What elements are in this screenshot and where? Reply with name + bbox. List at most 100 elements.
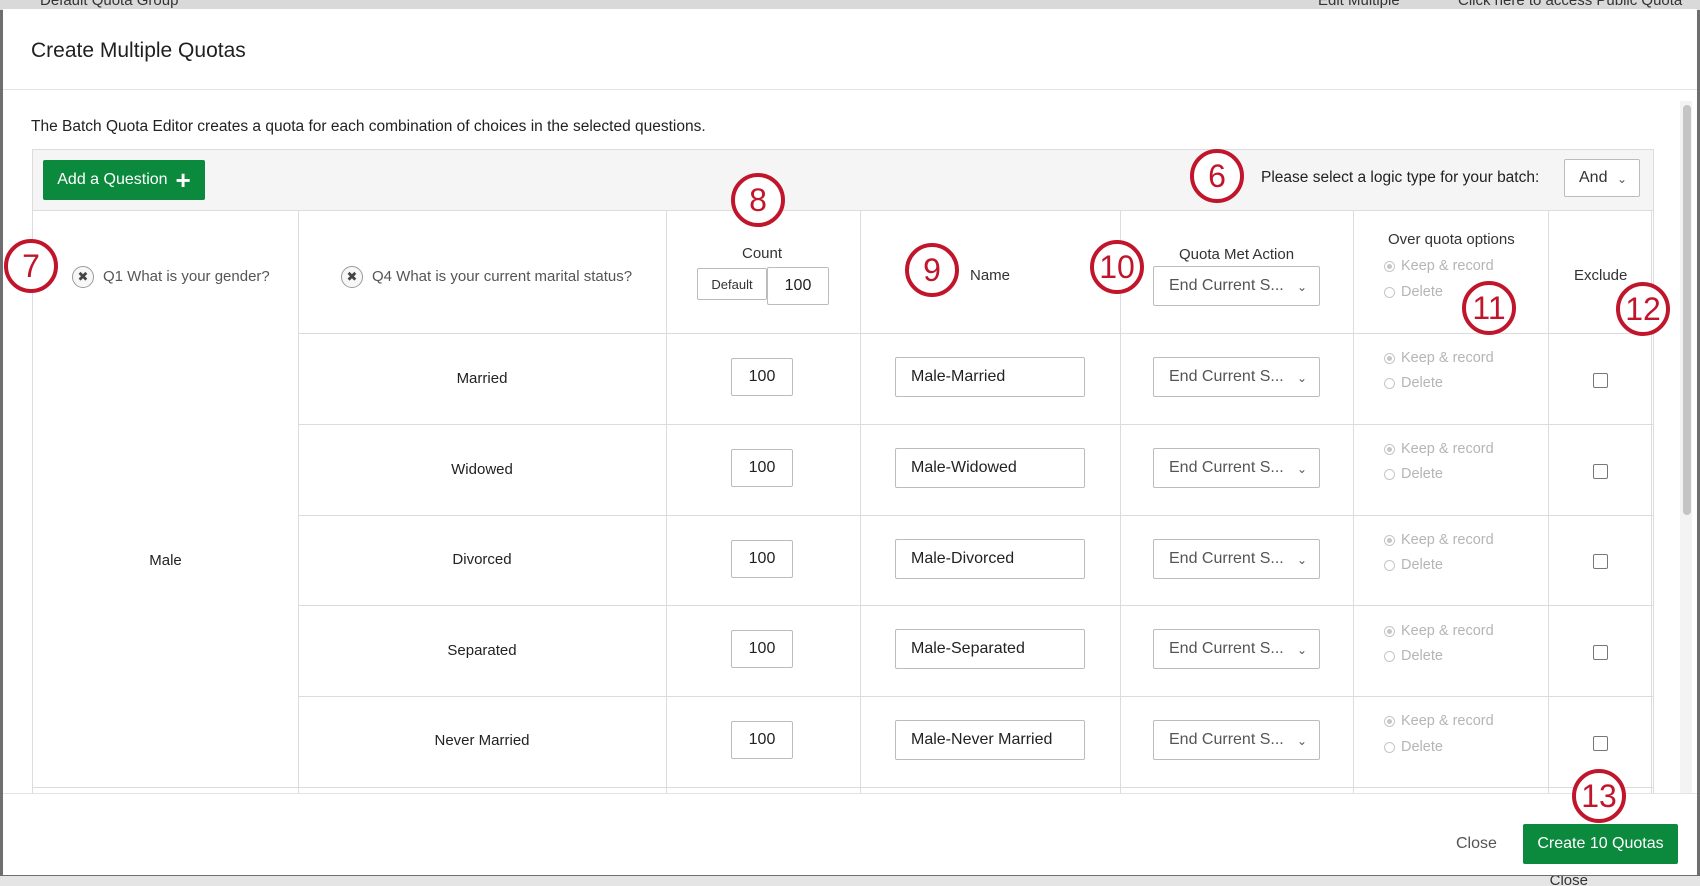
delete-label: Delete xyxy=(1401,648,1443,664)
intro-text: The Batch Quota Editor creates a quota f… xyxy=(31,118,706,135)
row-name-input[interactable] xyxy=(895,448,1085,488)
row-divider xyxy=(298,515,1653,516)
radio-icon xyxy=(1384,625,1395,637)
row-count-input[interactable] xyxy=(731,540,793,578)
radio-icon xyxy=(1384,468,1395,480)
radio-icon xyxy=(1384,534,1395,546)
select-value: End Current S... xyxy=(1169,640,1284,657)
chevron-down-icon: ⌄ xyxy=(1296,734,1307,748)
background-close-text: Close xyxy=(1549,876,1588,886)
row-choice: Divorced xyxy=(452,551,512,568)
group-label: Male xyxy=(149,552,182,569)
row-exclude-checkbox[interactable] xyxy=(1593,645,1608,660)
radio-icon xyxy=(1384,377,1395,389)
row-exclude-checkbox[interactable] xyxy=(1593,554,1608,569)
default-keep-record-option[interactable]: Keep & record xyxy=(1384,258,1494,274)
chevron-down-icon: ⌄ xyxy=(1616,172,1627,186)
row-delete-option[interactable]: Delete xyxy=(1384,557,1443,573)
plus-icon: + xyxy=(175,165,191,195)
row-quota-met-action-select[interactable]: End Current S... ⌄ xyxy=(1153,357,1320,397)
row-name-input[interactable] xyxy=(895,629,1085,669)
create-quotas-button[interactable]: Create 10 Quotas xyxy=(1523,824,1678,864)
default-count-button[interactable]: Default xyxy=(697,268,767,300)
column-divider xyxy=(1548,211,1549,800)
chevron-down-icon: ⌄ xyxy=(1296,371,1307,385)
default-delete-option[interactable]: Delete xyxy=(1384,284,1443,300)
logic-type-select[interactable]: And ⌄ xyxy=(1564,159,1640,197)
scrollbar-thumb[interactable] xyxy=(1683,105,1691,515)
row-name-input[interactable] xyxy=(895,720,1085,760)
row-count-input[interactable] xyxy=(731,721,793,759)
select-value: End Current S... xyxy=(1169,368,1284,385)
row-quota-met-action-select[interactable]: End Current S... ⌄ xyxy=(1153,720,1320,760)
row-divider xyxy=(298,605,1653,606)
delete-label: Delete xyxy=(1401,375,1443,391)
remove-q4-icon[interactable]: ✖ xyxy=(341,266,363,288)
background-group-name: Default Quota Group xyxy=(40,0,179,9)
default-count-input[interactable] xyxy=(767,267,829,305)
column-divider xyxy=(298,211,299,800)
default-quota-met-action-select[interactable]: End Current S... ⌄ xyxy=(1153,266,1320,306)
keep-record-label: Keep & record xyxy=(1401,258,1494,274)
column-divider xyxy=(666,211,667,800)
chevron-down-icon: ⌄ xyxy=(1296,462,1307,476)
logic-type-value: And xyxy=(1579,169,1608,186)
chevron-down-icon: ⌄ xyxy=(1296,553,1307,567)
background-public-quota-link: Click here to access Public Quota xyxy=(1458,0,1683,9)
row-keep-record-option[interactable]: Keep & record xyxy=(1384,623,1494,639)
callout-12: 12 xyxy=(1616,282,1670,336)
radio-icon xyxy=(1384,260,1395,272)
table-toolbar: Add a Question + Please select a logic t… xyxy=(33,150,1653,211)
row-count-input[interactable] xyxy=(731,358,793,396)
remove-q1-icon[interactable]: ✖ xyxy=(72,266,94,288)
row-quota-met-action-select[interactable]: End Current S... ⌄ xyxy=(1153,539,1320,579)
row-divider xyxy=(298,333,1653,334)
radio-icon xyxy=(1384,443,1395,455)
row-keep-record-option[interactable]: Keep & record xyxy=(1384,713,1494,729)
callout-8: 8 xyxy=(731,173,785,227)
add-question-button[interactable]: Add a Question + xyxy=(43,160,205,200)
modal-footer xyxy=(3,793,1697,875)
row-count-input[interactable] xyxy=(731,630,793,668)
callout-11: 11 xyxy=(1462,281,1516,335)
row-delete-option[interactable]: Delete xyxy=(1384,466,1443,482)
row-choice: Married xyxy=(456,370,508,387)
radio-icon xyxy=(1384,650,1395,662)
radio-icon xyxy=(1384,352,1395,364)
row-delete-option[interactable]: Delete xyxy=(1384,739,1443,755)
row-exclude-checkbox[interactable] xyxy=(1593,736,1608,751)
row-quota-met-action-select[interactable]: End Current S... ⌄ xyxy=(1153,448,1320,488)
radio-icon xyxy=(1384,286,1395,298)
column-divider xyxy=(1353,211,1354,800)
row-delete-option[interactable]: Delete xyxy=(1384,375,1443,391)
name-header: Name xyxy=(970,267,1011,284)
row-keep-record-option[interactable]: Keep & record xyxy=(1384,350,1494,366)
radio-icon xyxy=(1384,741,1395,753)
count-header: Count xyxy=(742,245,783,262)
callout-13: 13 xyxy=(1572,769,1626,823)
radio-icon xyxy=(1384,559,1395,571)
chevron-down-icon: ⌄ xyxy=(1296,280,1307,294)
keep-record-label: Keep & record xyxy=(1401,441,1494,457)
select-value: End Current S... xyxy=(1169,550,1284,567)
row-keep-record-option[interactable]: Keep & record xyxy=(1384,532,1494,548)
over-quota-header: Over quota options xyxy=(1388,231,1515,248)
chevron-down-icon: ⌄ xyxy=(1296,643,1307,657)
row-name-input[interactable] xyxy=(895,539,1085,579)
row-count-input[interactable] xyxy=(731,449,793,487)
row-exclude-checkbox[interactable] xyxy=(1593,464,1608,479)
delete-label: Delete xyxy=(1401,557,1443,573)
row-exclude-checkbox[interactable] xyxy=(1593,373,1608,388)
callout-7: 7 xyxy=(4,239,58,293)
quota-met-action-header: Quota Met Action xyxy=(1179,246,1295,263)
row-choice: Never Married xyxy=(434,732,530,749)
row-keep-record-option[interactable]: Keep & record xyxy=(1384,441,1494,457)
add-question-label: Add a Question xyxy=(57,171,168,188)
background-edit-multiple: Edit Multiple xyxy=(1318,0,1400,9)
close-button[interactable]: Close xyxy=(1456,835,1497,853)
modal-header: Create Multiple Quotas xyxy=(3,9,1697,90)
row-name-input[interactable] xyxy=(895,357,1085,397)
row-quota-met-action-select[interactable]: End Current S... ⌄ xyxy=(1153,629,1320,669)
row-delete-option[interactable]: Delete xyxy=(1384,648,1443,664)
column-divider xyxy=(1120,211,1121,800)
